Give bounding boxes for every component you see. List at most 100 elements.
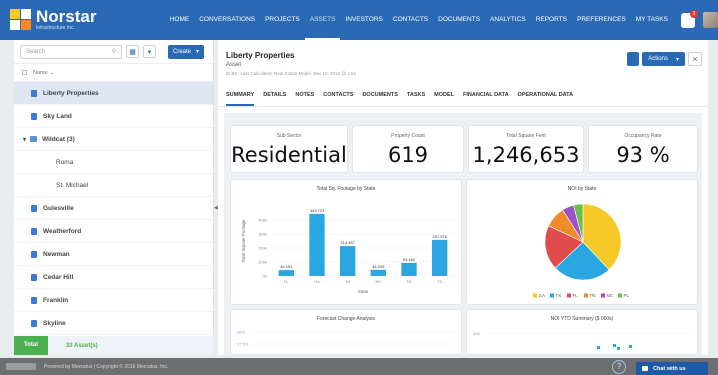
bar-x-tick: TN bbox=[406, 279, 411, 284]
sidebar-item[interactable]: St. Michael bbox=[14, 174, 213, 197]
sidebar-item[interactable]: Weatherford bbox=[14, 220, 213, 243]
nav-reports[interactable]: REPORTS bbox=[531, 0, 572, 40]
sidebar-item-label: Roma bbox=[56, 158, 74, 166]
chevron-down-icon: ▾ bbox=[196, 49, 200, 55]
forecast-chart-panel: Forecast Change Analysis 20% 17.5% bbox=[230, 309, 462, 355]
bar-x-axis-label: State bbox=[358, 289, 369, 294]
list-column-header[interactable]: Name ⌄ bbox=[14, 64, 213, 82]
expand-arrow-icon[interactable]: ▾ bbox=[23, 136, 26, 143]
bar-value-label: 257,976 bbox=[432, 234, 447, 239]
nav-home[interactable]: HOME bbox=[165, 0, 195, 40]
sidebar-item[interactable]: Newman bbox=[14, 243, 213, 266]
bar-chart-panel: Total Sq. Footage by State 0k 100k 200k 300… bbox=[230, 179, 462, 305]
document-icon[interactable] bbox=[627, 52, 640, 66]
tab-operational-data[interactable]: OPERATIONAL DATA bbox=[518, 88, 574, 106]
main-nav: HOME CONVERSATIONS PROJECTS ASSETS INVESTORS… bbox=[165, 0, 673, 40]
sidebar-item[interactable]: Cedar Hill bbox=[14, 266, 213, 289]
forecast-y-tick: 17.5% bbox=[237, 342, 249, 347]
user-avatar[interactable] bbox=[703, 12, 718, 28]
chat-button-label: Chat with us bbox=[653, 365, 686, 372]
sidebar-item-label: Franklin bbox=[43, 296, 69, 304]
actions-button-label: Actions bbox=[648, 56, 668, 62]
tab-documents[interactable]: DOCUMENTS bbox=[362, 88, 397, 106]
sidebar-item[interactable]: Franklin bbox=[14, 289, 213, 312]
sidebar-item[interactable]: Roma bbox=[14, 151, 213, 174]
noi-point[interactable] bbox=[617, 347, 620, 350]
header-actions: Actions ▾ × bbox=[627, 52, 702, 66]
bar-y-tick: 100k bbox=[258, 260, 267, 265]
bar[interactable] bbox=[278, 270, 294, 276]
bar-y-tick: 0k bbox=[263, 274, 267, 279]
sidebar-item-label: Sky Land bbox=[43, 112, 72, 120]
top-nav-bar: Norstar Infrastructure Inc. HOME CONVERSA… bbox=[0, 0, 718, 40]
bar[interactable] bbox=[401, 262, 417, 276]
sidebar-toolbar: Search ⚲ ▦ ▾ Create ▾ bbox=[14, 40, 213, 64]
kpi-value: 1,246,653 bbox=[472, 143, 580, 167]
bar[interactable] bbox=[340, 246, 356, 276]
asset-type: Asset bbox=[226, 62, 242, 68]
noi-point[interactable] bbox=[597, 346, 600, 349]
sidebar-item[interactable]: Liberty Properties bbox=[14, 82, 213, 105]
legend-label[interactable]: TX bbox=[556, 293, 562, 298]
grid-view-icon[interactable]: ▦ bbox=[126, 45, 139, 58]
legend-swatch bbox=[567, 293, 571, 298]
nav-investors[interactable]: INVESTORS bbox=[340, 0, 387, 40]
summary-content: Sub Sector Residential Property Count 619 To… bbox=[224, 113, 702, 355]
brand-logo[interactable]: Norstar Infrastructure Inc. bbox=[10, 7, 151, 31]
brand-name: Norstar bbox=[36, 7, 97, 26]
kpi-card: Sub Sector Residential bbox=[230, 125, 348, 173]
asset-list: Liberty Properties Sky Land ▾ Wildcat (3) Ro… bbox=[14, 82, 213, 335]
legend-label[interactable]: TN bbox=[590, 293, 596, 298]
sidebar-item[interactable]: ▾ Wildcat (3) bbox=[14, 128, 213, 151]
tab-divider bbox=[218, 106, 708, 107]
legend-label[interactable]: GA bbox=[539, 293, 546, 298]
tab-tasks[interactable]: TASKS bbox=[407, 88, 425, 106]
legend-label[interactable]: NC bbox=[607, 293, 614, 298]
nav-my-tasks[interactable]: MY TASKS bbox=[631, 0, 673, 40]
checkbox-icon[interactable] bbox=[22, 70, 27, 75]
tab-model[interactable]: MODEL bbox=[434, 88, 454, 106]
document-icon bbox=[31, 204, 37, 212]
bar-y-tick: 200k bbox=[258, 246, 267, 251]
noi-point[interactable] bbox=[629, 345, 632, 348]
filter-dropdown-icon[interactable]: ▾ bbox=[143, 45, 156, 58]
name-column-label: Name bbox=[33, 69, 48, 76]
nav-contacts[interactable]: CONTACTS bbox=[388, 0, 433, 40]
nav-projects[interactable]: PROJECTS bbox=[260, 0, 305, 40]
bar[interactable] bbox=[432, 239, 448, 276]
nav-analytics[interactable]: ANALYTICS bbox=[485, 0, 531, 40]
tab-contacts[interactable]: CONTACTS bbox=[323, 88, 353, 106]
asset-title: Liberty Properties bbox=[226, 51, 295, 60]
bar[interactable] bbox=[309, 213, 325, 276]
legend-label[interactable]: PL bbox=[624, 293, 630, 298]
actions-button[interactable]: Actions ▾ bbox=[642, 52, 685, 66]
kpi-card: Property Count 619 bbox=[352, 125, 464, 173]
sidebar-item-label: Liberty Properties bbox=[43, 89, 99, 97]
create-button[interactable]: Create ▾ bbox=[168, 44, 205, 59]
bar[interactable] bbox=[370, 269, 386, 276]
tab-summary[interactable]: SUMMARY bbox=[226, 88, 255, 106]
bar-x-tick: TX bbox=[437, 279, 442, 284]
help-icon[interactable]: ? bbox=[612, 360, 626, 374]
sidebar-item[interactable]: Gulesville bbox=[14, 197, 213, 220]
notifications-icon[interactable]: 3 bbox=[680, 9, 698, 28]
tab-notes[interactable]: NOTES bbox=[295, 88, 314, 106]
sidebar-item[interactable]: Sky Land bbox=[14, 105, 213, 128]
total-value: 33 Asset(s) bbox=[65, 342, 98, 349]
nav-conversations[interactable]: CONVERSATIONS bbox=[194, 0, 260, 40]
sidebar-item-label: Cedar Hill bbox=[43, 273, 74, 281]
tab-details[interactable]: DETAILS bbox=[263, 88, 286, 106]
search-input[interactable]: Search ⚲ bbox=[20, 44, 122, 59]
sidebar-item[interactable]: Skyline bbox=[14, 312, 213, 335]
close-icon[interactable]: × bbox=[688, 52, 702, 66]
sidebar-item-label: St. Michael bbox=[56, 181, 89, 189]
legend-label[interactable]: FL bbox=[573, 293, 579, 298]
document-icon bbox=[31, 112, 37, 120]
chat-button[interactable]: Chat with us bbox=[636, 362, 708, 375]
nav-documents[interactable]: DOCUMENTS bbox=[433, 0, 485, 40]
tab-financial-data[interactable]: FINANCIAL DATA bbox=[463, 88, 509, 106]
forecast-y-tick: 20% bbox=[237, 330, 245, 335]
nav-preferences[interactable]: PREFERENCES bbox=[572, 0, 631, 40]
nav-assets[interactable]: ASSETS bbox=[304, 0, 341, 40]
noi-point[interactable] bbox=[613, 344, 616, 347]
